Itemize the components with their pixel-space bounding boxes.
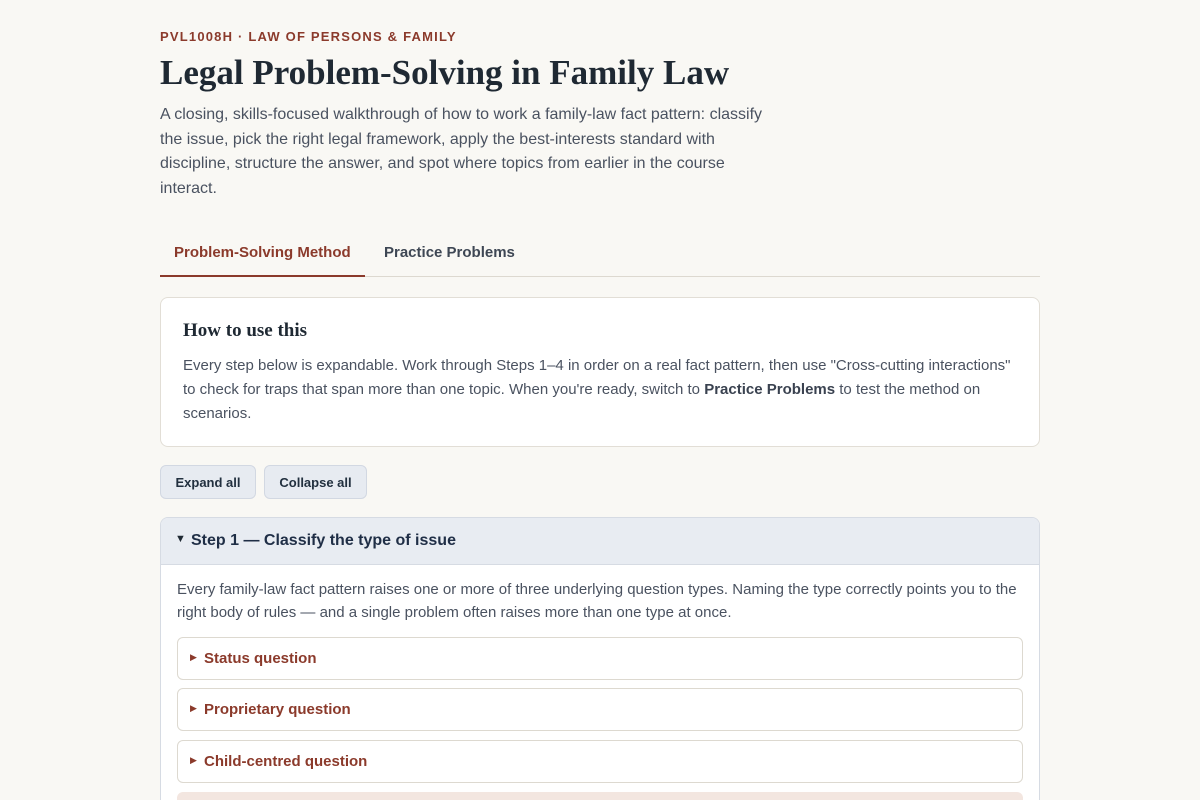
step-1-panel: ▼ Step 1 — Classify the type of issue Ev… [160, 517, 1040, 800]
tab-practice-problems[interactable]: Practice Problems [370, 232, 529, 275]
proprietary-question-label: Proprietary question [204, 701, 351, 718]
step-1-description: Every family-law fact pattern raises one… [177, 581, 1017, 621]
child-centred-question-item[interactable]: ▶ Child-centred question [177, 740, 1023, 783]
caret-right-icon: ▶ [190, 652, 197, 662]
step-1-title: Step 1 — Classify the type of issue [191, 532, 456, 549]
expand-all-button[interactable]: Expand all [160, 465, 256, 499]
status-question-label: Status question [204, 650, 317, 667]
how-to-use-body: Every step below is expandable. Work thr… [183, 354, 1013, 426]
page-title: Legal Problem-Solving in Family Law [160, 53, 730, 92]
child-centred-question-label: Child-centred question [204, 753, 368, 770]
page-intro: A closing, skills-focused walkthrough of… [160, 106, 763, 197]
proprietary-question-item[interactable]: ▶ Proprietary question [177, 688, 1023, 731]
caret-right-icon: ▶ [190, 755, 197, 765]
how-to-use-title: How to use this [183, 320, 308, 341]
practice-problems-reference: Practice Problems [704, 381, 836, 398]
caret-right-icon: ▶ [190, 703, 197, 713]
step-1-header[interactable]: ▼ Step 1 — Classify the type of issue [161, 518, 1039, 565]
tab-problem-solving-method[interactable]: Problem-Solving Method [160, 232, 365, 277]
how-to-use-card: How to use this Every step below is expa… [160, 297, 1040, 447]
tab-bar: Problem-Solving Method Practice Problems [160, 232, 1040, 277]
course-code: PVL1008H · LAW OF PERSONS & FAMILY [160, 29, 457, 44]
status-question-item[interactable]: ▶ Status question [177, 637, 1023, 680]
highlight-box [177, 792, 1023, 800]
caret-down-icon: ▼ [175, 533, 186, 545]
collapse-all-button[interactable]: Collapse all [264, 465, 367, 499]
